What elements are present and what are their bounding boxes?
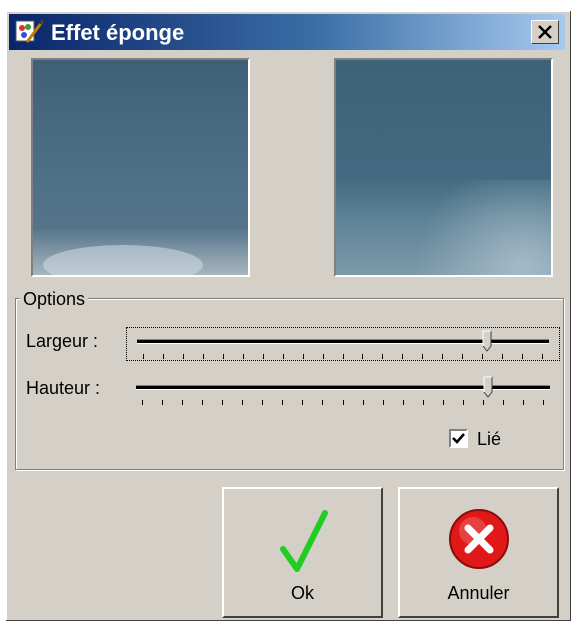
slider-tick bbox=[442, 354, 443, 359]
slider-tick bbox=[363, 400, 364, 405]
cancel-button-label: Annuler bbox=[447, 583, 510, 603]
slider-tick bbox=[203, 354, 204, 359]
slider-tick bbox=[443, 400, 444, 405]
slider-tick bbox=[403, 400, 404, 405]
slider-tick bbox=[463, 400, 464, 405]
slider-tick bbox=[502, 354, 503, 359]
slider-tick bbox=[302, 400, 303, 405]
checkmark-icon bbox=[452, 433, 465, 444]
checkmark-icon bbox=[280, 510, 328, 572]
width-slider-thumb[interactable] bbox=[482, 330, 492, 352]
slider-tick bbox=[383, 400, 384, 405]
slider-tick bbox=[522, 354, 523, 359]
height-slider-thumb[interactable] bbox=[483, 376, 493, 398]
width-label: Largeur : bbox=[26, 331, 99, 351]
slider-tick bbox=[343, 354, 344, 359]
slider-tick bbox=[282, 400, 283, 405]
slider-tick bbox=[142, 400, 143, 405]
slider-tick bbox=[262, 400, 263, 405]
slider-tick bbox=[423, 400, 424, 405]
slider-tick bbox=[283, 354, 284, 359]
slider-tick bbox=[542, 354, 543, 359]
slider-tick bbox=[182, 400, 183, 405]
slider-tick bbox=[483, 400, 484, 405]
window-title: Effet éponge bbox=[51, 20, 185, 45]
slider-tick bbox=[223, 354, 224, 359]
slider-tick bbox=[242, 400, 243, 405]
slider-tick bbox=[422, 354, 423, 359]
sponge-speckle-area bbox=[396, 180, 551, 275]
linked-checkbox[interactable] bbox=[449, 429, 468, 448]
slider-tick bbox=[322, 400, 323, 405]
width-slider[interactable] bbox=[126, 327, 560, 361]
slider-tick bbox=[222, 400, 223, 405]
slider-tick bbox=[183, 354, 184, 359]
slider-tick bbox=[523, 400, 524, 405]
slider-tick bbox=[243, 354, 244, 359]
height-slider[interactable] bbox=[126, 374, 560, 408]
slider-tick bbox=[303, 354, 304, 359]
slider-tick bbox=[162, 400, 163, 405]
cancel-button[interactable]: Annuler bbox=[398, 487, 559, 618]
options-group-label: Options bbox=[20, 289, 89, 310]
slider-tick bbox=[143, 354, 144, 359]
title-bar[interactable]: Effet éponge bbox=[9, 14, 565, 50]
slider-tick bbox=[163, 354, 164, 359]
paint-brush-icon bbox=[15, 18, 45, 46]
linked-label: Lié bbox=[477, 429, 502, 449]
ok-button-label: Ok bbox=[290, 583, 314, 603]
width-slider-ticks bbox=[143, 354, 543, 360]
red-x-icon bbox=[449, 509, 509, 569]
height-slider-ticks bbox=[142, 400, 544, 406]
slider-tick bbox=[263, 354, 264, 359]
slider-tick bbox=[382, 354, 383, 359]
slider-tick bbox=[462, 354, 463, 359]
slider-tick bbox=[362, 354, 363, 359]
close-button[interactable] bbox=[531, 20, 559, 44]
slider-tick bbox=[543, 400, 544, 405]
cloud-highlight bbox=[43, 245, 203, 275]
slider-tick bbox=[343, 400, 344, 405]
effect-image-preview bbox=[334, 58, 553, 277]
slider-tick bbox=[402, 354, 403, 359]
slider-tick bbox=[323, 354, 324, 359]
close-icon bbox=[538, 25, 552, 39]
effect-dialog-window: Effet éponge Options Largeur : Hauteur :… bbox=[5, 10, 572, 622]
slider-tick bbox=[503, 400, 504, 405]
ok-button[interactable]: Ok bbox=[222, 487, 383, 618]
slider-tick bbox=[482, 354, 483, 359]
original-image-preview bbox=[31, 58, 250, 277]
height-label: Hauteur : bbox=[26, 378, 101, 398]
slider-tick bbox=[202, 400, 203, 405]
